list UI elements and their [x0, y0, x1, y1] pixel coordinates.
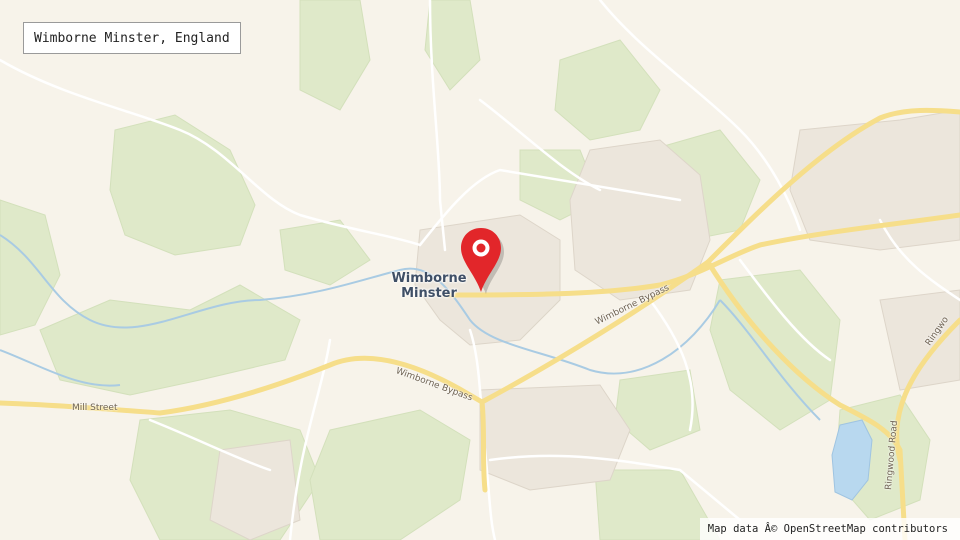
map-pin-icon[interactable] — [456, 226, 506, 296]
map-view[interactable]: Wimborne Bypass Wimborne Bypass Mill Str… — [0, 0, 960, 540]
map-attribution: Map data Â© OpenStreetMap contributors — [699, 518, 960, 540]
location-label: Wimborne Minster, England — [23, 22, 241, 54]
road-label-mill-street: Mill Street — [72, 403, 118, 413]
